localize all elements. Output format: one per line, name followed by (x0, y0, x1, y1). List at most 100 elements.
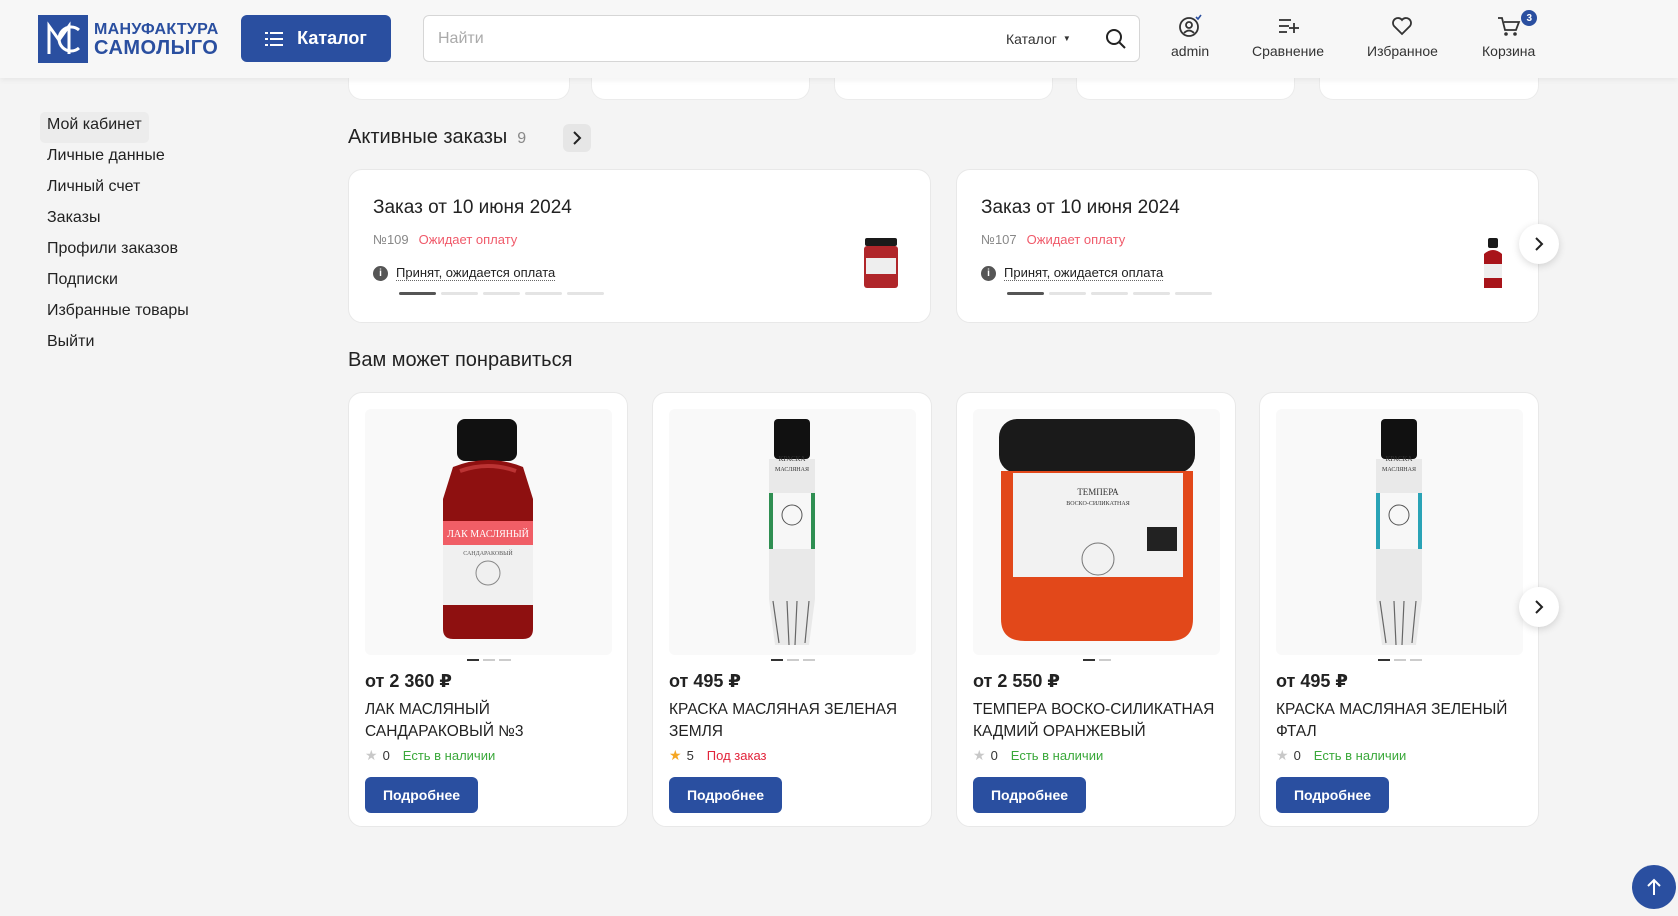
product-image[interactable]: КРАСКА МАСЛЯНАЯ (669, 409, 916, 655)
product-card[interactable]: КРАСКА МАСЛЯНАЯ от 495 ₽ Краска масляная… (652, 392, 932, 827)
search-bar: Каталог ▼ (423, 15, 1140, 62)
search-scope-label: Каталог (1006, 30, 1057, 47)
user-label: admin (1171, 43, 1210, 59)
info-icon: i (981, 265, 996, 281)
search-input[interactable] (438, 16, 978, 61)
active-orders-open-button[interactable] (563, 124, 591, 152)
search-scope-select[interactable]: Каталог ▼ (1006, 16, 1071, 61)
header-favorites[interactable]: Избранное (1367, 14, 1438, 59)
availability: Есть в наличии (402, 748, 496, 763)
sidebar-item-favorites[interactable]: Избранные товары (40, 298, 196, 329)
scroll-to-top-button[interactable] (1632, 865, 1676, 909)
star-icon: ★ (1276, 747, 1289, 763)
order-title: Заказ от 10 июня 2024 (373, 197, 572, 218)
star-icon: ★ (669, 747, 682, 763)
compare-label: Сравнение (1252, 43, 1324, 59)
sidebar-item-personal-data[interactable]: Личные данные (40, 143, 196, 174)
chevron-right-icon (573, 131, 582, 145)
header-compare[interactable]: Сравнение (1252, 14, 1324, 59)
product-name[interactable]: Темпера воско-силикатная кадмий оранжевы… (973, 699, 1223, 743)
label-text: ЛАК МАСЛЯНЫЙ (447, 528, 529, 540)
svg-text:КРАСКА: КРАСКА (1386, 455, 1413, 463)
svg-text:ВОСКО-СИЛИКАТНАЯ: ВОСКО-СИЛИКАТНАЯ (1066, 501, 1129, 507)
availability: Под заказ (706, 748, 767, 763)
logo-line2: САМОЛЫГО (94, 37, 219, 59)
product-name[interactable]: Лак масляный сандараковый №3 (365, 699, 615, 743)
order-card[interactable]: Заказ от 10 июня 2024 №109 Ожидает оплату… (348, 169, 931, 323)
details-button[interactable]: Подробнее (365, 777, 478, 813)
image-pagination (957, 659, 1237, 661)
details-button[interactable]: Подробнее (669, 777, 782, 813)
order-state-text[interactable]: Принят, ожидается оплата (1004, 265, 1164, 281)
info-icon: i (373, 265, 388, 281)
image-pagination (653, 659, 933, 661)
star-icon: ★ (365, 747, 378, 763)
catalog-button[interactable]: Каталог (241, 15, 391, 62)
account-sidebar: Мой кабинет Личные данные Личный счет За… (40, 112, 196, 360)
header-cart[interactable]: 3 Корзина (1482, 10, 1538, 59)
chevron-right-icon (1535, 237, 1544, 251)
product-image[interactable]: КРАСКА МАСЛЯНАЯ (1276, 409, 1523, 655)
site-logo[interactable]: МАНУФАКТУРА САМОЛЫГО (38, 15, 219, 63)
order-progress (399, 292, 604, 295)
product-price: от 2 550 ₽ (973, 671, 1060, 691)
active-orders-heading: Активные заказы 9 (348, 126, 526, 149)
order-status: Ожидает оплату (418, 232, 518, 247)
search-icon[interactable] (1104, 27, 1128, 51)
product-image[interactable]: ЛАК МАСЛЯНЫЙ САНДАРАКОВЫЙ (365, 409, 612, 655)
caret-down-icon: ▼ (1062, 34, 1071, 43)
product-card[interactable]: КРАСКА МАСЛЯНАЯ от 495 ₽ Краска масляная… (1259, 392, 1539, 827)
rating-value: 5 (686, 748, 694, 763)
sidebar-item-logout[interactable]: Выйти (40, 329, 196, 360)
active-orders-count: 9 (517, 130, 527, 147)
catalog-button-label: Каталог (297, 28, 367, 48)
list-icon (265, 31, 284, 46)
rating-value: 0 (990, 748, 998, 763)
heart-icon (1392, 17, 1413, 36)
svg-text:САНДАРАКОВЫЙ: САНДАРАКОВЫЙ (463, 549, 513, 557)
product-price: от 495 ₽ (669, 671, 741, 691)
sidebar-item-orders[interactable]: Заказы (40, 205, 196, 236)
rating-value: 0 (382, 748, 390, 763)
rating-value: 0 (1293, 748, 1301, 763)
product-name[interactable]: Краска масляная зеленый фтал (1276, 699, 1526, 743)
recommend-heading: Вам может понравиться (348, 349, 573, 371)
cart-icon (1497, 17, 1520, 36)
orders-next-button[interactable] (1519, 224, 1559, 264)
header-user[interactable]: admin (1171, 14, 1209, 59)
product-card[interactable]: ЛАК МАСЛЯНЫЙ САНДАРАКОВЫЙ от 2 360 ₽ Лак… (348, 392, 628, 827)
availability: Есть в наличии (1313, 748, 1407, 763)
product-thumbnail (1484, 238, 1502, 288)
order-number: №107 (981, 232, 1017, 247)
arrow-up-icon (1647, 878, 1661, 895)
order-state-text[interactable]: Принят, ожидается оплата (396, 265, 556, 281)
svg-text:МАСЛЯНАЯ: МАСЛЯНАЯ (775, 467, 809, 473)
user-icon (1179, 14, 1202, 37)
site-header: МАНУФАКТУРА САМОЛЫГО Каталог Каталог ▼ a (0, 0, 1678, 78)
image-pagination (349, 659, 629, 661)
chevron-right-icon (1535, 600, 1544, 614)
sidebar-item-account[interactable]: Личный счет (40, 174, 196, 205)
product-price: от 495 ₽ (1276, 671, 1348, 691)
image-pagination (1260, 659, 1540, 661)
sidebar-item-subscriptions[interactable]: Подписки (40, 267, 196, 298)
details-button[interactable]: Подробнее (973, 777, 1086, 813)
order-card[interactable]: Заказ от 10 июня 2024 №107 Ожидает оплату… (956, 169, 1539, 323)
availability: Есть в наличии (1010, 748, 1104, 763)
svg-text:КРАСКА: КРАСКА (779, 455, 806, 463)
sidebar-item-cabinet[interactable]: Мой кабинет (40, 112, 149, 143)
recommend-next-button[interactable] (1519, 587, 1559, 627)
sidebar-item-order-profiles[interactable]: Профили заказов (40, 236, 196, 267)
details-button[interactable]: Подробнее (1276, 777, 1389, 813)
order-progress (1007, 292, 1212, 295)
product-image[interactable]: ТЕМПЕРА ВОСКО-СИЛИКАТНАЯ (973, 409, 1220, 655)
compare-icon (1278, 19, 1299, 33)
order-status: Ожидает оплату (1026, 232, 1126, 247)
product-card[interactable]: ТЕМПЕРА ВОСКО-СИЛИКАТНАЯ от 2 550 ₽ Темп… (956, 392, 1236, 827)
product-name[interactable]: Краска масляная зеленая земля (669, 699, 919, 743)
active-orders-title: Активные заказы (348, 126, 508, 148)
svg-text:МАСЛЯНАЯ: МАСЛЯНАЯ (1382, 467, 1416, 473)
product-price: от 2 360 ₽ (365, 671, 452, 691)
product-thumbnail (864, 238, 898, 288)
svg-text:ТЕМПЕРА: ТЕМПЕРА (1077, 487, 1119, 497)
